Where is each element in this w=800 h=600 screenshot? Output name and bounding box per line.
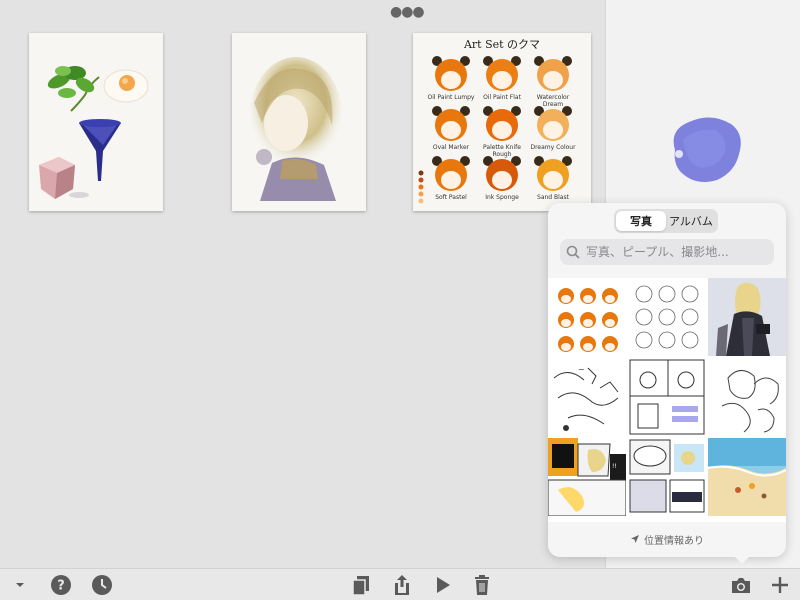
manga-dialog-photo <box>628 438 706 516</box>
brush-label: Watercolor Dream <box>536 94 570 108</box>
sketch-face <box>681 285 699 303</box>
character-face <box>432 156 470 191</box>
artwork-thumbnail-still-life[interactable] <box>29 33 163 211</box>
manga-color-photo: !! <box>548 438 626 516</box>
tab-albums[interactable]: アルバム <box>666 211 716 231</box>
art-set-photo <box>558 288 618 352</box>
location-info-text: 位置情報あり <box>644 535 704 547</box>
svg-text:!!: !! <box>612 463 617 470</box>
brush-label: Palette Knife Rough <box>483 144 521 158</box>
color-swatches <box>418 170 424 204</box>
more-dots-icon[interactable]: ●●● <box>390 4 425 20</box>
brush-label: Oil Paint Lumpy <box>427 94 475 101</box>
photo-thumbnail[interactable] <box>628 358 706 436</box>
sketch-face <box>635 308 653 326</box>
blue-paint-stroke <box>673 117 741 182</box>
artwork-thumbnail-portrait[interactable] <box>232 33 366 211</box>
character-face <box>534 156 572 191</box>
fried-egg <box>103 69 149 103</box>
character-sketch-photo <box>721 370 779 433</box>
still-life-painting <box>39 66 149 199</box>
photo-thumbnail[interactable] <box>628 278 706 356</box>
copy-icon[interactable] <box>349 573 373 597</box>
sketch-face <box>658 285 676 303</box>
help-icon[interactable]: ? <box>49 573 73 597</box>
photo-thumbnail[interactable] <box>548 278 626 356</box>
sketch-faces-photo <box>635 285 699 349</box>
blue-funnel <box>79 119 121 181</box>
brush-label: Dreamy Colour <box>530 144 576 151</box>
sketch-face <box>635 285 653 303</box>
photo-grid: ~ !! <box>548 278 786 522</box>
anime-character-photo <box>708 278 786 356</box>
character-face <box>483 156 521 191</box>
location-footer: 位置情報あり <box>548 529 786 549</box>
share-icon[interactable] <box>390 573 414 597</box>
sketch-face <box>658 308 676 326</box>
photo-thumbnail[interactable] <box>628 438 706 516</box>
sketch-face <box>635 331 653 349</box>
character-face <box>483 56 521 91</box>
photo-thumbnail[interactable]: !! <box>548 438 626 516</box>
camera-icon[interactable] <box>729 573 753 597</box>
brush-label: Oil Paint Flat <box>483 94 521 101</box>
play-icon[interactable] <box>431 573 455 597</box>
location-arrow-icon <box>631 535 639 543</box>
chevron-down-icon[interactable] <box>8 573 32 597</box>
svg-text:?: ? <box>57 579 65 594</box>
trash-icon[interactable] <box>470 573 494 597</box>
pink-cube <box>39 157 89 199</box>
photo-thumbnail[interactable]: ~ <box>548 358 626 436</box>
photo-search-bar[interactable] <box>560 239 774 265</box>
brush-label: Ink Sponge <box>485 194 519 201</box>
sketch-face <box>681 331 699 349</box>
art-set-faces <box>418 56 572 204</box>
manga-page-photo <box>629 359 705 435</box>
search-input[interactable] <box>584 244 768 260</box>
character-face <box>483 106 521 141</box>
brush-label: Soft Pastel <box>435 194 467 201</box>
artwork-thumbnail-art-set[interactable]: Art Set のクマ Oil Paint Lumpy Oil Paint Fla… <box>413 33 591 211</box>
beach-painting-photo <box>708 438 786 516</box>
manga-sketch-photo: ~ <box>553 365 619 431</box>
clock-icon[interactable] <box>90 573 114 597</box>
plus-icon[interactable] <box>768 573 792 597</box>
search-icon <box>566 245 580 259</box>
tab-photos[interactable]: 写真 <box>616 211 666 231</box>
brush-label: Oval Marker <box>432 144 470 151</box>
popover-arrow <box>733 555 751 564</box>
sketch-face <box>658 331 676 349</box>
character-face <box>534 56 572 91</box>
photo-picker-popover: 写真 アルバム 写真、ピープル、撮影地... ~ !! 位置情報あり <box>548 203 786 557</box>
photos-albums-segmented-control[interactable]: 写真 アルバム <box>614 209 718 233</box>
photo-thumbnail[interactable] <box>708 278 786 356</box>
photo-thumbnail[interactable] <box>708 358 786 436</box>
sketch-face <box>681 308 699 326</box>
brush-label: Sand Blast <box>537 194 569 201</box>
leaf-sprig <box>47 66 100 112</box>
photo-thumbnail[interactable] <box>708 438 786 516</box>
character-face <box>534 106 572 141</box>
character-face <box>432 106 470 141</box>
character-face <box>432 56 470 91</box>
portrait-painting <box>250 57 342 201</box>
bottom-toolbar: ? <box>0 568 800 600</box>
gallery: ●●● Art Set のクマ Oil Paint Lumpy Oil Pain… <box>0 0 605 568</box>
svg-text:~: ~ <box>578 365 585 374</box>
